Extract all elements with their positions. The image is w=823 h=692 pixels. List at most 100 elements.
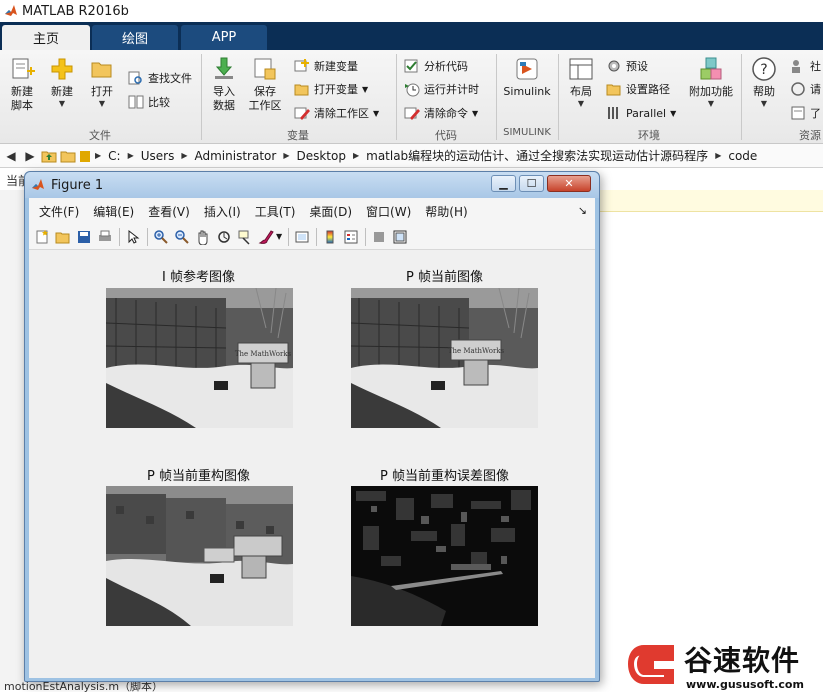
menu-view[interactable]: 查看(V) <box>148 203 190 220</box>
browse-folder-icon[interactable] <box>60 148 76 164</box>
show-plot-tools-icon[interactable] <box>392 229 408 245</box>
menu-file[interactable]: 文件(F) <box>39 203 79 220</box>
hide-plot-tools-icon[interactable] <box>371 229 387 245</box>
new-script-icon <box>12 58 35 79</box>
gear-icon <box>608 60 620 72</box>
figure-titlebar[interactable]: Figure 1 ▁ ☐ ✕ <box>25 172 599 198</box>
chevron-down-icon: ▼ <box>577 99 585 108</box>
dock-arrow-icon[interactable]: ↘ <box>578 204 587 217</box>
set-path-button[interactable]: 设置路径 <box>606 79 670 99</box>
link-plot-icon[interactable] <box>294 229 310 245</box>
analyze-code-button[interactable]: 分析代码 <box>404 56 468 76</box>
find-files-label: 查找文件 <box>148 72 192 85</box>
run-and-time-button[interactable]: 运行并计时 <box>404 79 479 99</box>
toolbar-separator <box>365 227 367 246</box>
breadcrumb-separator-icon: ▶ <box>283 151 290 160</box>
forward-arrow-icon[interactable]: ▶ <box>22 148 38 164</box>
new-variable-button[interactable]: 新建变量 <box>294 56 358 76</box>
open-variable-button[interactable]: 打开变量 ▼ <box>294 79 368 99</box>
new-script-label: 新建 脚本 <box>11 85 33 112</box>
breadcrumb-item[interactable]: Users <box>141 149 175 163</box>
new-figure-icon[interactable] <box>34 229 50 245</box>
toolbar-separator <box>147 227 148 246</box>
breadcrumb-item[interactable]: code <box>728 149 757 163</box>
breadcrumb-item[interactable]: Administrator <box>195 149 277 163</box>
tab-plots[interactable]: 绘图 <box>92 25 178 50</box>
learn-button[interactable]: 了 <box>790 103 821 123</box>
chevron-down-icon[interactable]: ▼ <box>276 232 282 241</box>
new-button[interactable]: 新建 ▼ <box>46 56 78 109</box>
chevron-down-icon: ▼ <box>98 99 106 108</box>
close-button[interactable]: ✕ <box>547 175 591 192</box>
subplot-title-i-frame-reference: I 帧参考图像 <box>162 270 235 285</box>
parallel-button[interactable]: Parallel ▼ <box>606 103 676 123</box>
up-folder-icon[interactable] <box>41 148 57 164</box>
open-label: 打开 <box>91 85 113 98</box>
tab-apps[interactable]: APP <box>181 25 267 50</box>
group-label-environment: 环境 <box>638 129 660 142</box>
addons-button[interactable]: 附加功能 ▼ <box>686 56 736 109</box>
legend-icon[interactable] <box>343 229 359 245</box>
compare-button[interactable]: 比较 <box>128 92 170 112</box>
toolbar-separator <box>316 227 318 246</box>
tab-home[interactable]: 主页 <box>2 25 90 50</box>
rotate-3d-icon[interactable] <box>216 229 232 245</box>
simulink-label: Simulink <box>503 85 551 98</box>
subplot-title-p-frame-reconstruction-error: P 帧当前重构误差图像 <box>380 469 509 484</box>
addons-cubes-icon <box>700 57 722 80</box>
colorbar-icon[interactable] <box>322 229 338 245</box>
new-plus-icon <box>51 58 73 80</box>
menu-insert[interactable]: 插入(I) <box>204 203 241 220</box>
menu-help[interactable]: 帮助(H) <box>425 203 467 220</box>
editor-file-tab[interactable]: motionEstAnalysis.m（脚本） <box>0 682 300 692</box>
menu-desktop[interactable]: 桌面(D) <box>309 203 352 220</box>
save-icon[interactable] <box>76 229 92 245</box>
breadcrumb-item[interactable]: Desktop <box>296 149 346 163</box>
data-cursor-icon[interactable] <box>237 229 253 245</box>
zoom-out-icon[interactable] <box>174 229 190 245</box>
community-label: 社 <box>810 60 821 73</box>
menu-window[interactable]: 窗口(W) <box>366 203 411 220</box>
pointer-arrow-icon[interactable] <box>125 229 141 245</box>
group-label-file: 文件 <box>89 129 111 142</box>
menu-tools[interactable]: 工具(T) <box>255 203 296 220</box>
app-title: MATLAB R2016b <box>22 3 129 19</box>
import-data-button[interactable]: 导入 数据 <box>208 56 240 113</box>
clear-workspace-button[interactable]: 清除工作区 ▼ <box>294 103 379 123</box>
set-path-label: 设置路径 <box>626 83 670 96</box>
help-button[interactable]: ? 帮助 ▼ <box>748 56 780 109</box>
print-icon[interactable] <box>97 229 113 245</box>
breadcrumb-separator-icon: ▶ <box>181 151 188 160</box>
minimize-button[interactable]: ▁ <box>491 175 516 192</box>
request-support-button[interactable]: 请 <box>790 79 821 99</box>
find-files-button[interactable]: 查找文件 <box>128 68 192 88</box>
compare-label: 比较 <box>148 96 170 109</box>
simulink-button[interactable]: Simulink <box>501 56 553 99</box>
open-variable-label: 打开变量 <box>314 83 358 96</box>
maximize-button[interactable]: ☐ <box>519 175 544 192</box>
figure-canvas[interactable]: I 帧参考图像 The MathWorks P 帧当前图像 The MathWo… <box>29 251 595 678</box>
breadcrumb-separator-icon: ▶ <box>715 151 722 160</box>
save-workspace-button[interactable]: 保存 工作区 <box>247 56 283 113</box>
open-file-icon[interactable] <box>55 229 71 245</box>
pan-hand-icon[interactable] <box>195 229 211 245</box>
figure-title: Figure 1 <box>51 177 104 193</box>
community-button[interactable]: 社 <box>790 56 821 76</box>
brush-icon[interactable] <box>258 229 274 245</box>
zoom-in-icon[interactable] <box>153 229 169 245</box>
breadcrumb-item[interactable]: C: <box>108 149 120 163</box>
save-workspace-label: 保存 工作区 <box>248 85 282 112</box>
layout-button[interactable]: 布局 ▼ <box>565 56 597 109</box>
preferences-button[interactable]: 预设 <box>606 56 648 76</box>
watermark-logo-icon <box>628 645 674 684</box>
svg-text:?: ? <box>760 62 767 78</box>
figure-menubar: 文件(F) 编辑(E) 查看(V) 插入(I) 工具(T) 桌面(D) 窗口(W… <box>29 198 595 224</box>
breadcrumb-item[interactable]: matlab编程块的运动估计、通过全搜索法实现运动估计源码程序 <box>366 147 708 164</box>
back-arrow-icon[interactable]: ◀ <box>3 148 19 164</box>
app-titlebar: MATLAB R2016b <box>0 0 823 22</box>
new-script-button[interactable]: 新建 脚本 <box>6 56 38 113</box>
menu-edit[interactable]: 编辑(E) <box>93 203 134 220</box>
clear-commands-button[interactable]: 清除命令 ▼ <box>404 103 478 123</box>
open-button[interactable]: 打开 ▼ <box>86 56 118 109</box>
watermark-url: www.gususoft.com <box>686 678 804 691</box>
